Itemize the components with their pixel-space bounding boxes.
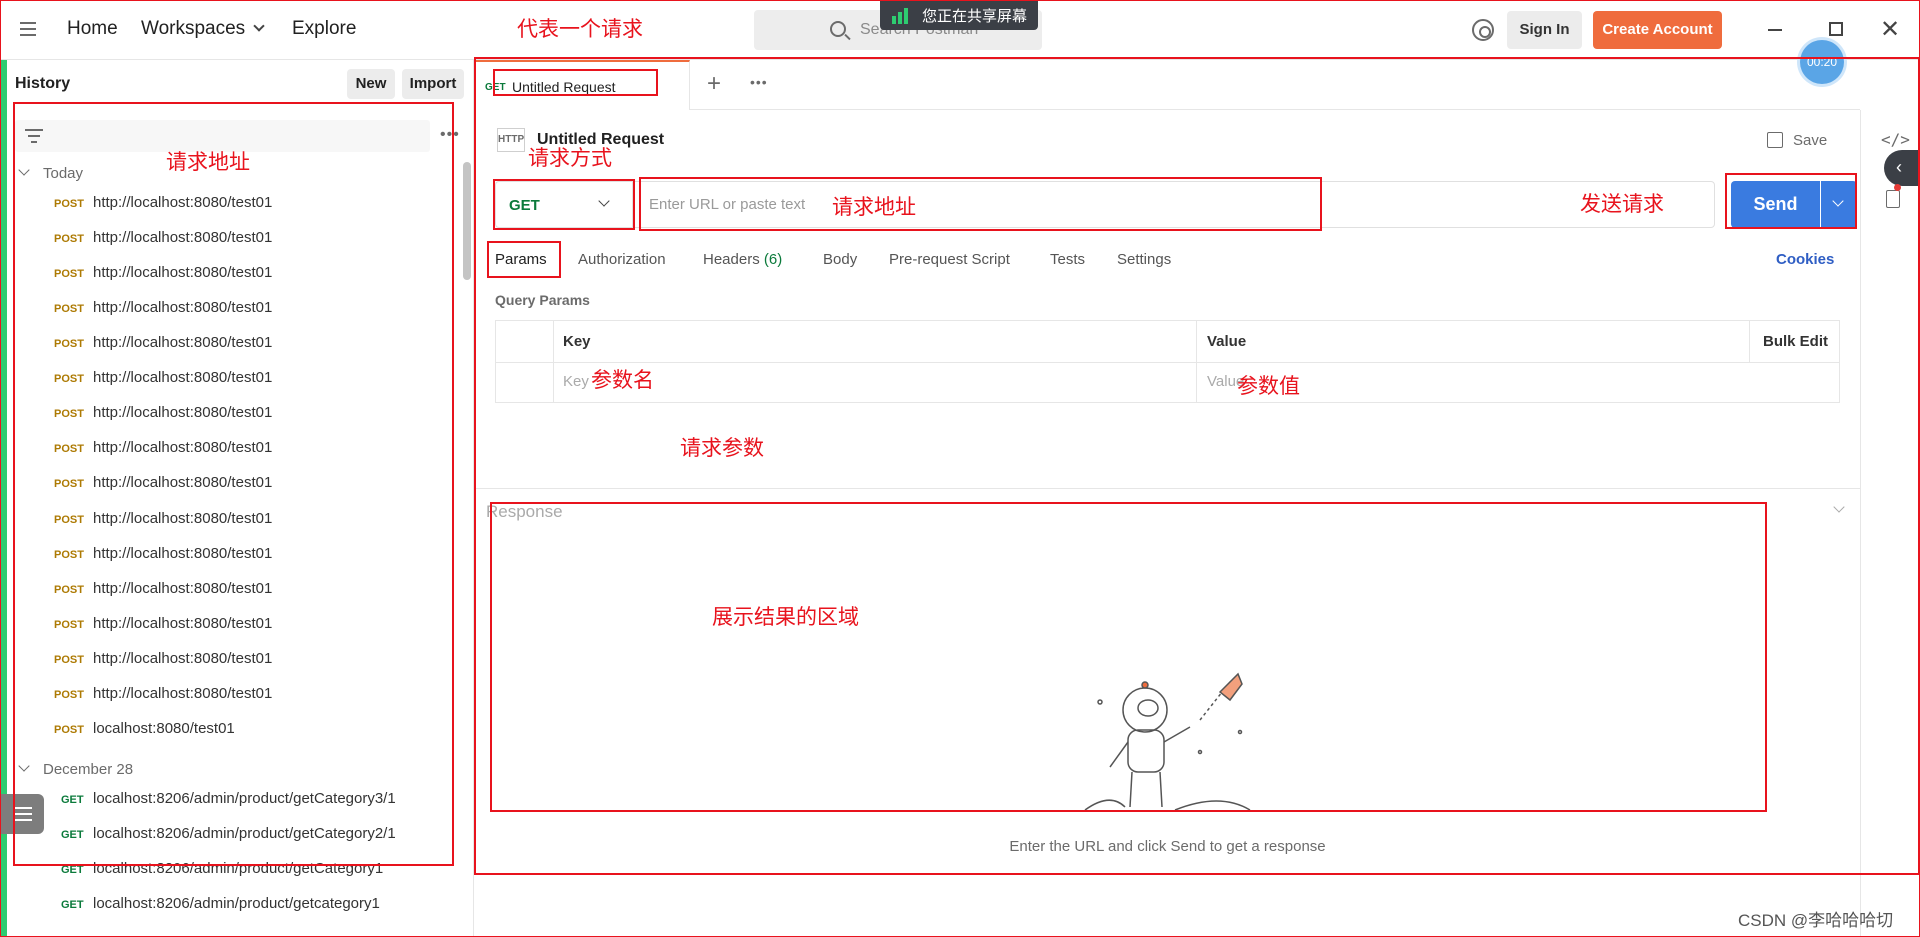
- annotation-param-name: 参数名: [591, 368, 654, 392]
- annotation-result-area: 展示结果的区域: [712, 605, 859, 629]
- annotation-url: 请求地址: [832, 195, 916, 219]
- csdn-watermark: CSDN @李哈哈哈切: [1738, 911, 1894, 930]
- annotation-frame: [0, 0, 1920, 937]
- annotation-represents-request: 代表一个请求: [517, 17, 643, 41]
- annotation-send: 发送请求: [1580, 192, 1664, 216]
- annotation-method: 请求方式: [528, 146, 612, 170]
- annotation-request-params: 请求参数: [680, 436, 764, 460]
- annotation-param-value: 参数值: [1237, 374, 1300, 398]
- annotation-sidebar-url: 请求地址: [166, 150, 250, 174]
